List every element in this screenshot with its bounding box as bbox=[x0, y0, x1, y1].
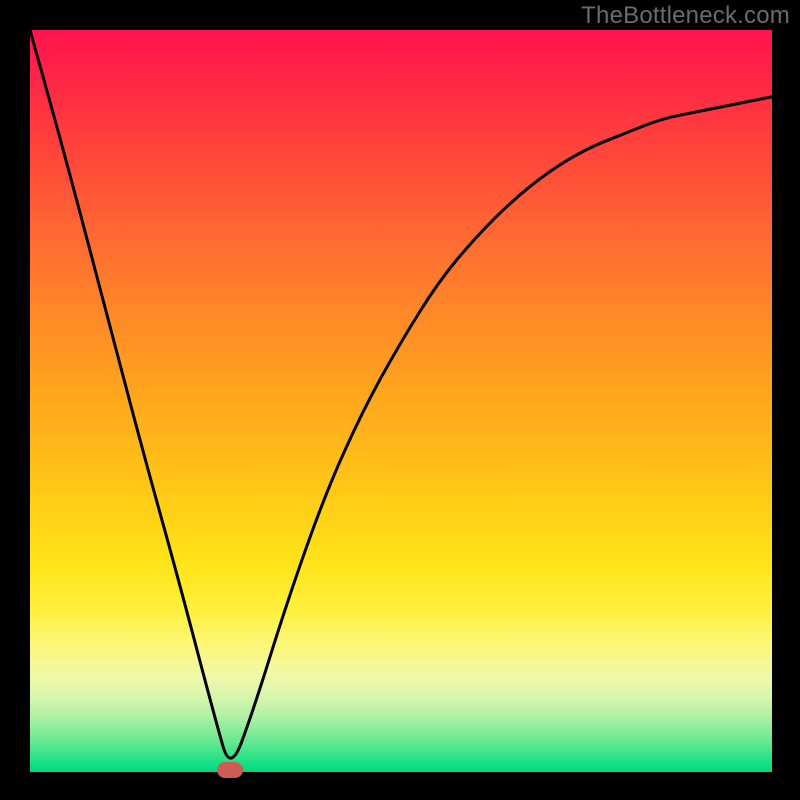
curve-svg bbox=[30, 30, 772, 772]
attribution-text: TheBottleneck.com bbox=[581, 2, 790, 30]
min-marker bbox=[217, 762, 243, 778]
chart-stage: TheBottleneck.com bbox=[0, 0, 800, 800]
plot-area bbox=[30, 30, 772, 772]
bottleneck-curve-path bbox=[30, 30, 772, 758]
